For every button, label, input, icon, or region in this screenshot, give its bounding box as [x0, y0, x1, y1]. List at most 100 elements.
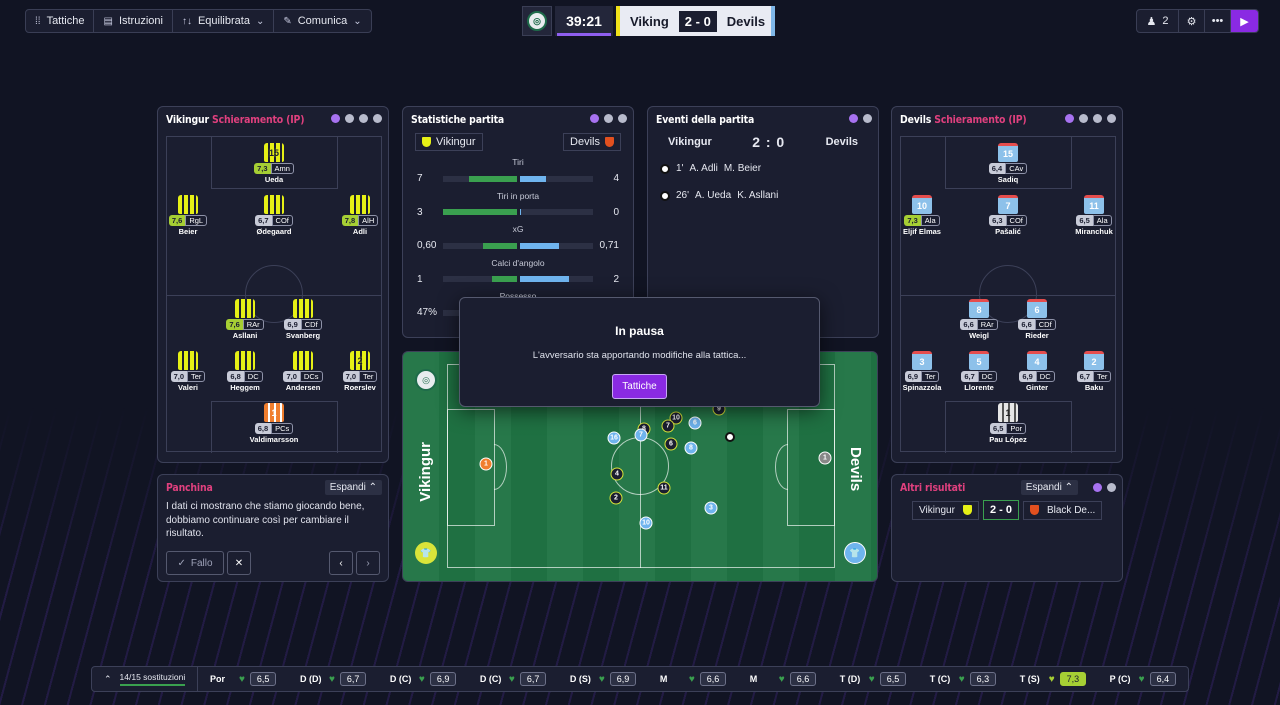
more-button[interactable]: •••	[1205, 10, 1231, 32]
page-dot[interactable]	[1093, 114, 1102, 123]
player-marker[interactable]: 11	[657, 481, 671, 495]
position-rating[interactable]: M ♥ 6,6	[744, 672, 822, 686]
page-dot[interactable]	[1093, 483, 1102, 492]
player-marker[interactable]: 7	[661, 419, 675, 433]
page-dot[interactable]	[590, 114, 599, 123]
position-rating[interactable]: T (D) ♥ 6,5	[834, 672, 912, 686]
position-rating[interactable]: M ♥ 6,6	[654, 672, 732, 686]
position-rating[interactable]: D (D) ♥ 6,7	[294, 672, 372, 686]
player-card[interactable]: 6 6,6 CDf Rieder	[1007, 299, 1067, 340]
heart-icon: ♥	[598, 673, 605, 685]
tactics-button[interactable]: ⁞⁞ Tattiche	[26, 10, 95, 32]
player-marker[interactable]: 1	[479, 457, 493, 471]
player-marker[interactable]: 2	[609, 491, 623, 505]
player-rating: 6,9 CDf	[273, 319, 333, 330]
megaphone-icon: ✎	[283, 15, 292, 27]
player-card[interactable]: 7,6 RgL Beier	[158, 195, 218, 236]
panel-pager[interactable]	[1065, 114, 1116, 123]
page-dot[interactable]	[618, 114, 627, 123]
player-card[interactable]: 8 6,6 RAr Weigl	[949, 299, 1009, 340]
player-marker[interactable]: 7	[634, 428, 648, 442]
player-card[interactable]: 11 6,5 Ala Miranchuk	[1064, 195, 1124, 236]
settings-button[interactable]: ⚙	[1179, 10, 1205, 32]
communicate-dropdown[interactable]: ✎ Comunica ⌄	[274, 10, 370, 32]
substitutions-counter[interactable]: ⌃ 14/15 sostituzioni	[92, 667, 199, 691]
player-card[interactable]: 2 6,7 Ter Baku	[1064, 351, 1124, 392]
player-marker[interactable]: 8	[684, 441, 698, 455]
event-item[interactable]: 26' A. Ueda K. Asllani	[660, 190, 778, 201]
result-row[interactable]: Vikingur 2 - 0 Black De...	[912, 500, 1103, 520]
home-kit-icon[interactable]: 👕	[415, 542, 437, 564]
page-dot[interactable]	[1065, 114, 1074, 123]
mentality-dropdown[interactable]: ↑↓ Equilibrata ⌄	[173, 10, 275, 32]
player-marker[interactable]: 6	[688, 416, 702, 430]
instructions-button[interactable]: ▤ Istruzioni	[94, 10, 173, 32]
away-kit-icon[interactable]: 👕	[844, 542, 866, 564]
dismiss-button[interactable]: ✕	[227, 551, 251, 575]
next-button[interactable]: ›	[356, 551, 380, 575]
player-rating: 6,3 COf	[978, 215, 1038, 226]
player-marker[interactable]: 10	[639, 516, 653, 530]
panel-pager[interactable]	[590, 114, 627, 123]
position-rating[interactable]: D (S) ♥ 6,9	[564, 672, 642, 686]
player-card[interactable]: 4 6,9 DC Ginter	[1007, 351, 1067, 392]
player-card[interactable]: 5 6,7 DC Llorente	[949, 351, 1009, 392]
page-dot[interactable]	[373, 114, 382, 123]
play-button[interactable]: ▶	[1231, 10, 1258, 32]
club-crest[interactable]: ◎	[522, 6, 552, 36]
player-card[interactable]: 6,7 COf Ødegaard	[244, 195, 304, 236]
player-marker[interactable]: 3	[704, 501, 718, 515]
player-card[interactable]: 1 6,8 PCs Valdimarsson	[244, 403, 304, 444]
player-marker[interactable]: 6	[664, 437, 678, 451]
page-dot[interactable]	[849, 114, 858, 123]
position-rating[interactable]: D (C) ♥ 6,9	[384, 672, 462, 686]
player-marker[interactable]: 4	[610, 467, 624, 481]
player-card[interactable]: 2 7,0 Ter Roerslev	[330, 351, 390, 392]
position-rating[interactable]: T (S) ♥ 7,3	[1014, 672, 1092, 686]
page-dot[interactable]	[345, 114, 354, 123]
viewers-button[interactable]: ♟ 2	[1137, 10, 1179, 32]
chevron-down-icon: ⌄	[353, 15, 362, 27]
page-dot[interactable]	[359, 114, 368, 123]
expand-button[interactable]: Espandi ⌃	[324, 480, 382, 495]
player-rating: 7,8 AlH	[330, 215, 390, 226]
expand-button[interactable]: Espandi ⌃	[1020, 480, 1078, 495]
player-card[interactable]: 7 6,3 COf Pašalić	[978, 195, 1038, 236]
page-dot[interactable]	[1079, 114, 1088, 123]
panel-pager[interactable]	[331, 114, 382, 123]
page-dot[interactable]	[331, 114, 340, 123]
page-dot[interactable]	[1107, 114, 1116, 123]
player-card[interactable]: 7,6 RAr Asllani	[215, 299, 275, 340]
page-dot[interactable]	[604, 114, 613, 123]
panel-pager[interactable]	[849, 114, 872, 123]
player-card[interactable]: 7,0 DCs Andersen	[273, 351, 333, 392]
page-dot[interactable]	[863, 114, 872, 123]
player-card[interactable]: 10 7,3 Ala Eljif Elmas	[892, 195, 952, 236]
event-item[interactable]: 1' A. Adli M. Beier	[660, 163, 761, 174]
player-card[interactable]: 3 6,9 Ter Spinazzola	[892, 351, 952, 392]
position-rating[interactable]: Por ♥ 6,5	[204, 672, 282, 686]
player-card[interactable]: 7,8 AlH Adli	[330, 195, 390, 236]
player-card[interactable]: 7,0 Ter Valeri	[158, 351, 218, 392]
tactics-icon: ⁞⁞	[35, 15, 41, 27]
position-rating[interactable]: T (C) ♥ 6,3	[924, 672, 1002, 686]
player-marker[interactable]: 1	[818, 451, 832, 465]
stat-bar	[443, 276, 593, 282]
tactics-dialog-button[interactable]: Tattiche	[612, 374, 667, 399]
player-card[interactable]: 15 6,4 CAv Sadiq	[978, 143, 1038, 184]
shirt-icon	[235, 351, 255, 370]
heart-icon: ♥	[328, 673, 335, 685]
page-dot[interactable]	[1107, 483, 1116, 492]
player-card[interactable]: 6,8 DC Heggem	[215, 351, 275, 392]
position-rating[interactable]: D (C) ♥ 6,7	[474, 672, 552, 686]
shirt-icon: 15	[264, 143, 284, 162]
player-card[interactable]: 6,9 CDf Svanberg	[273, 299, 333, 340]
previous-button[interactable]: ‹	[329, 551, 353, 575]
player-rating: 6,8 PCs	[244, 423, 304, 434]
position-rating[interactable]: P (C) ♥ 6,4	[1104, 672, 1182, 686]
do-it-button[interactable]: ✓ Fallo	[166, 551, 224, 575]
player-marker[interactable]: 16	[607, 431, 621, 445]
panel-pager[interactable]	[1093, 483, 1116, 492]
player-card[interactable]: 1 6,5 Por Pau López	[978, 403, 1038, 444]
player-card[interactable]: 15 7,3 Amn Ueda	[244, 143, 304, 184]
